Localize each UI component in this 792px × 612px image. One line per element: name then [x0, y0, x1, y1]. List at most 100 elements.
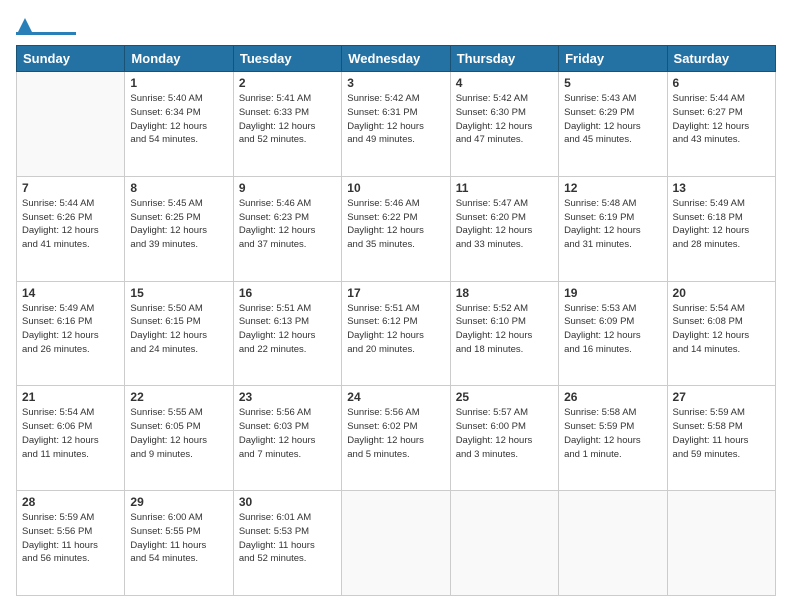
calendar-cell: 7Sunrise: 5:44 AMSunset: 6:26 PMDaylight…	[17, 176, 125, 281]
calendar-cell: 20 Sunrise: 5:54 AMSunset: 6:08 PMDayligh…	[667, 281, 775, 386]
day-number: 3	[347, 76, 444, 90]
calendar-week-2: 7Sunrise: 5:44 AMSunset: 6:26 PMDaylight…	[17, 176, 776, 281]
day-number: 22	[130, 390, 227, 404]
cell-info: Sunrise: 5:46 AMSunset: 6:23 PMDaylight:…	[239, 197, 336, 252]
calendar-cell: 8 Sunrise: 5:45 AMSunset: 6:25 PMDaylight…	[125, 176, 233, 281]
calendar-cell: 1 Sunrise: 5:40 AMSunset: 6:34 PMDaylight…	[125, 72, 233, 177]
day-number: 24	[347, 390, 444, 404]
calendar-cell: 23 Sunrise: 5:56 AMSunset: 6:03 PMDayligh…	[233, 386, 341, 491]
cell-info: Sunrise: 5:44 AMSunset: 6:27 PMDaylight:…	[673, 92, 770, 147]
logo-underline	[16, 32, 76, 35]
cell-info: Sunrise: 5:54 AMSunset: 6:06 PMDaylight:…	[22, 406, 119, 461]
calendar-cell: 19Sunrise: 5:53 AMSunset: 6:09 PMDayligh…	[559, 281, 667, 386]
calendar-cell: 28 Sunrise: 5:59 AMSunset: 5:56 PMDayligh…	[17, 491, 125, 596]
col-header-saturday: Saturday	[667, 46, 775, 72]
calendar-cell: 6 Sunrise: 5:44 AMSunset: 6:27 PMDaylight…	[667, 72, 775, 177]
calendar-cell	[667, 491, 775, 596]
day-number: 8	[130, 181, 227, 195]
cell-info: Sunrise: 5:59 AMSunset: 5:58 PMDaylight:…	[673, 406, 770, 461]
col-header-sunday: Sunday	[17, 46, 125, 72]
cell-info: Sunrise: 6:00 AMSunset: 5:55 PMDaylight:…	[130, 511, 227, 566]
calendar-cell: 18Sunrise: 5:52 AMSunset: 6:10 PMDayligh…	[450, 281, 558, 386]
header	[16, 16, 776, 35]
calendar-cell: 13 Sunrise: 5:49 AMSunset: 6:18 PMDayligh…	[667, 176, 775, 281]
cell-info: Sunrise: 5:46 AMSunset: 6:22 PMDaylight:…	[347, 197, 444, 252]
day-number: 13	[673, 181, 770, 195]
calendar-cell	[450, 491, 558, 596]
cell-info: Sunrise: 6:01 AMSunset: 5:53 PMDaylight:…	[239, 511, 336, 566]
day-number: 7	[22, 181, 119, 195]
day-number: 1	[130, 76, 227, 90]
calendar-cell: 14 Sunrise: 5:49 AMSunset: 6:16 PMDayligh…	[17, 281, 125, 386]
day-number: 15	[130, 286, 227, 300]
col-header-wednesday: Wednesday	[342, 46, 450, 72]
cell-info: Sunrise: 5:56 AMSunset: 6:03 PMDaylight:…	[239, 406, 336, 461]
calendar-cell	[342, 491, 450, 596]
calendar-cell: 3 Sunrise: 5:42 AMSunset: 6:31 PMDaylight…	[342, 72, 450, 177]
col-header-thursday: Thursday	[450, 46, 558, 72]
calendar-cell: 5 Sunrise: 5:43 AMSunset: 6:29 PMDaylight…	[559, 72, 667, 177]
day-number: 12	[564, 181, 661, 195]
col-header-monday: Monday	[125, 46, 233, 72]
calendar-cell	[17, 72, 125, 177]
day-number: 21	[22, 390, 119, 404]
calendar-week-5: 28 Sunrise: 5:59 AMSunset: 5:56 PMDayligh…	[17, 491, 776, 596]
day-number: 10	[347, 181, 444, 195]
cell-info: Sunrise: 5:43 AMSunset: 6:29 PMDaylight:…	[564, 92, 661, 147]
cell-info: Sunrise: 5:48 AMSunset: 6:19 PMDaylight:…	[564, 197, 661, 252]
cell-info: Sunrise: 5:42 AMSunset: 6:30 PMDaylight:…	[456, 92, 553, 147]
day-number: 28	[22, 495, 119, 509]
cell-info: Sunrise: 5:55 AMSunset: 6:05 PMDaylight:…	[130, 406, 227, 461]
calendar-cell: 27 Sunrise: 5:59 AMSunset: 5:58 PMDayligh…	[667, 386, 775, 491]
day-number: 2	[239, 76, 336, 90]
calendar-cell: 22 Sunrise: 5:55 AMSunset: 6:05 PMDayligh…	[125, 386, 233, 491]
calendar-cell: 2 Sunrise: 5:41 AMSunset: 6:33 PMDaylight…	[233, 72, 341, 177]
calendar-cell: 10 Sunrise: 5:46 AMSunset: 6:22 PMDayligh…	[342, 176, 450, 281]
day-number: 23	[239, 390, 336, 404]
cell-info: Sunrise: 5:51 AMSunset: 6:13 PMDaylight:…	[239, 302, 336, 357]
cell-info: Sunrise: 5:50 AMSunset: 6:15 PMDaylight:…	[130, 302, 227, 357]
day-number: 14	[22, 286, 119, 300]
day-number: 30	[239, 495, 336, 509]
calendar-cell: 16 Sunrise: 5:51 AMSunset: 6:13 PMDayligh…	[233, 281, 341, 386]
day-number: 16	[239, 286, 336, 300]
cell-info: Sunrise: 5:56 AMSunset: 6:02 PMDaylight:…	[347, 406, 444, 461]
calendar-cell: 4 Sunrise: 5:42 AMSunset: 6:30 PMDaylight…	[450, 72, 558, 177]
calendar-cell: 17Sunrise: 5:51 AMSunset: 6:12 PMDayligh…	[342, 281, 450, 386]
calendar-cell: 30 Sunrise: 6:01 AMSunset: 5:53 PMDayligh…	[233, 491, 341, 596]
calendar-header-row: SundayMondayTuesdayWednesdayThursdayFrid…	[17, 46, 776, 72]
calendar-cell: 25Sunrise: 5:57 AMSunset: 6:00 PMDayligh…	[450, 386, 558, 491]
calendar-cell: 21 Sunrise: 5:54 AMSunset: 6:06 PMDayligh…	[17, 386, 125, 491]
cell-info: Sunrise: 5:42 AMSunset: 6:31 PMDaylight:…	[347, 92, 444, 147]
calendar-cell: 26 Sunrise: 5:58 AMSunset: 5:59 PMDayligh…	[559, 386, 667, 491]
cell-info: Sunrise: 5:58 AMSunset: 5:59 PMDaylight:…	[564, 406, 661, 461]
logo	[16, 16, 76, 35]
calendar-cell: 15 Sunrise: 5:50 AMSunset: 6:15 PMDayligh…	[125, 281, 233, 386]
cell-info: Sunrise: 5:54 AMSunset: 6:08 PMDaylight:…	[673, 302, 770, 357]
day-number: 26	[564, 390, 661, 404]
col-header-friday: Friday	[559, 46, 667, 72]
day-number: 25	[456, 390, 553, 404]
cell-info: Sunrise: 5:45 AMSunset: 6:25 PMDaylight:…	[130, 197, 227, 252]
cell-info: Sunrise: 5:49 AMSunset: 6:16 PMDaylight:…	[22, 302, 119, 357]
calendar-cell: 9 Sunrise: 5:46 AMSunset: 6:23 PMDaylight…	[233, 176, 341, 281]
cell-info: Sunrise: 5:40 AMSunset: 6:34 PMDaylight:…	[130, 92, 227, 147]
col-header-tuesday: Tuesday	[233, 46, 341, 72]
calendar-cell: 11Sunrise: 5:47 AMSunset: 6:20 PMDayligh…	[450, 176, 558, 281]
cell-info: Sunrise: 5:59 AMSunset: 5:56 PMDaylight:…	[22, 511, 119, 566]
day-number: 27	[673, 390, 770, 404]
calendar-week-3: 14 Sunrise: 5:49 AMSunset: 6:16 PMDayligh…	[17, 281, 776, 386]
day-number: 20	[673, 286, 770, 300]
calendar-week-4: 21 Sunrise: 5:54 AMSunset: 6:06 PMDayligh…	[17, 386, 776, 491]
cell-info: Sunrise: 5:41 AMSunset: 6:33 PMDaylight:…	[239, 92, 336, 147]
cell-info: Sunrise: 5:49 AMSunset: 6:18 PMDaylight:…	[673, 197, 770, 252]
calendar-table: SundayMondayTuesdayWednesdayThursdayFrid…	[16, 45, 776, 596]
day-number: 18	[456, 286, 553, 300]
day-number: 5	[564, 76, 661, 90]
day-number: 4	[456, 76, 553, 90]
day-number: 6	[673, 76, 770, 90]
cell-info: Sunrise: 5:51 AMSunset: 6:12 PMDaylight:…	[347, 302, 444, 357]
day-number: 19	[564, 286, 661, 300]
day-number: 9	[239, 181, 336, 195]
day-number: 29	[130, 495, 227, 509]
